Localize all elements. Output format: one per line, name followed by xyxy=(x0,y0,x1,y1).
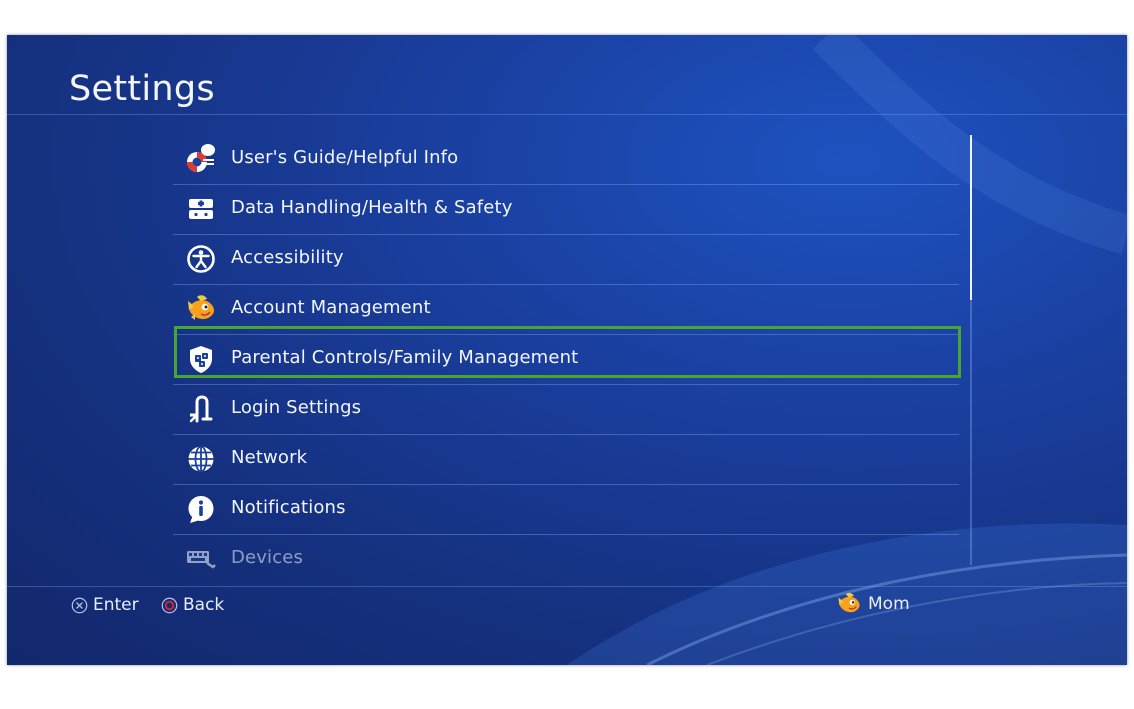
menu-item-login-settings[interactable]: Login Settings xyxy=(173,385,959,435)
info-bubble-icon xyxy=(188,496,214,523)
lifebuoy-info-icon xyxy=(187,144,215,172)
footer-divider xyxy=(7,586,1127,587)
cross-button-icon xyxy=(71,597,88,613)
current-user: Mom xyxy=(836,589,910,619)
globe-icon xyxy=(188,445,214,473)
page-title: Settings xyxy=(69,69,215,109)
menu-item-label: Account Management xyxy=(231,297,431,318)
circle-button-icon xyxy=(161,597,178,613)
menu-item-label: User's Guide/Helpful Info xyxy=(231,147,459,168)
login-icon xyxy=(189,395,213,423)
user-avatar-icon xyxy=(838,592,860,613)
menu-item-data-handling[interactable]: Data Handling/Health & Safety xyxy=(173,185,959,235)
accessibility-icon xyxy=(187,245,215,273)
menu-item-label: Data Handling/Health & Safety xyxy=(231,197,513,218)
scrollbar-thumb[interactable] xyxy=(970,135,972,300)
selection-highlight xyxy=(174,326,961,378)
menu-item-devices[interactable]: Devices xyxy=(173,535,959,584)
menu-item-notifications[interactable]: Notifications xyxy=(173,485,959,535)
menu-item-label: Devices xyxy=(231,547,303,568)
keyboard-icon xyxy=(187,551,216,569)
back-button-hint[interactable]: Back xyxy=(161,593,224,617)
menu-item-label: Login Settings xyxy=(231,397,362,418)
menu-item-label: Notifications xyxy=(231,497,346,518)
ps4-settings-screen: Settings User's Guide/Helpful Info Data … xyxy=(7,35,1127,665)
enter-label: Enter xyxy=(93,595,139,615)
menu-item-label: Accessibility xyxy=(231,247,344,268)
back-label: Back xyxy=(183,595,225,615)
menu-item-label: Network xyxy=(231,447,308,468)
avatar-fish-icon xyxy=(188,295,214,320)
header-divider xyxy=(7,114,1127,115)
user-name: Mom xyxy=(868,594,910,614)
menu-item-accessibility[interactable]: Accessibility xyxy=(173,235,959,285)
menu-item-users-guide[interactable]: User's Guide/Helpful Info xyxy=(173,135,959,185)
data-health-icon xyxy=(189,199,213,219)
enter-button-hint[interactable]: Enter xyxy=(71,593,139,617)
menu-item-network[interactable]: Network xyxy=(173,435,959,485)
